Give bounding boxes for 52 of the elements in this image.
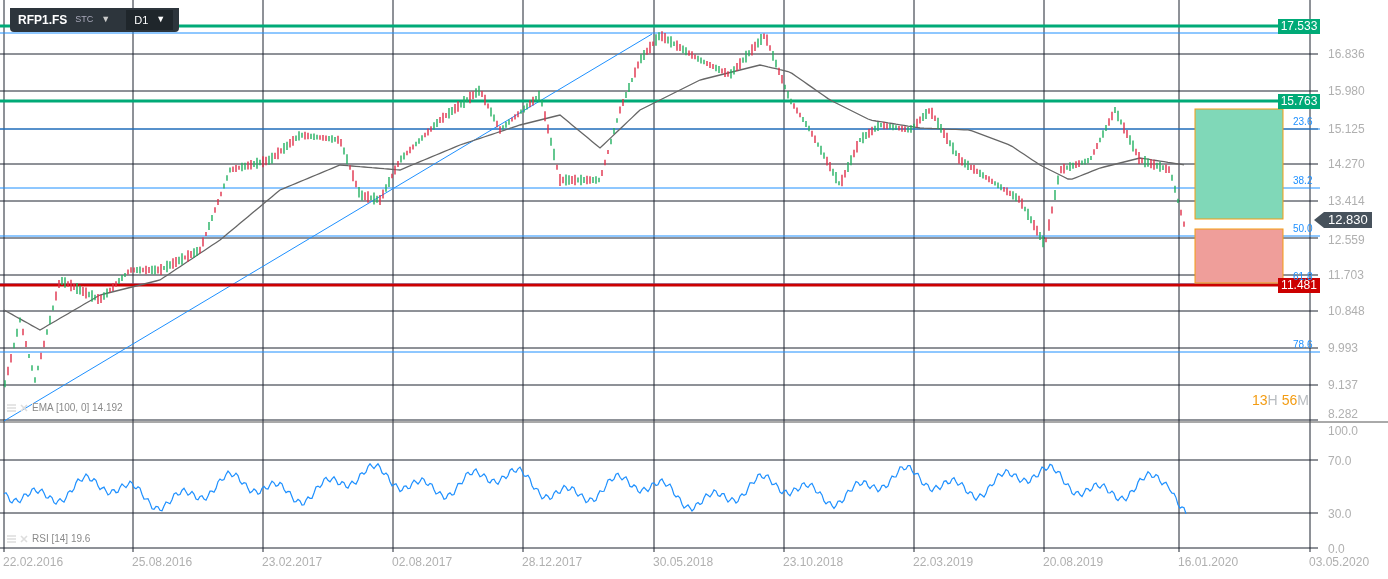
symbol-name[interactable]: RFP1.FS — [18, 11, 68, 29]
date-axis-label: 16.01.2020 — [1178, 556, 1239, 568]
date-axis-label: 30.05.2018 — [653, 556, 714, 568]
rsi-axis-label: 100.0 — [1328, 425, 1359, 437]
date-axis-label: 02.08.2017 — [392, 556, 453, 568]
indicator-legend: RSI [14] 19.6 — [32, 534, 91, 544]
market-label[interactable]: STC — [75, 13, 94, 27]
tag-pointer-icon — [1314, 212, 1324, 228]
fibonacci-level-line[interactable] — [0, 187, 1321, 189]
price-axis-label: 12.559 — [1328, 234, 1365, 246]
date-axis-label: 03.05.2020 — [1309, 556, 1370, 568]
fibonacci-level-line[interactable] — [0, 128, 1321, 130]
close-icon[interactable] — [20, 535, 28, 543]
date-axis-label: 22.03.2019 — [913, 556, 974, 568]
date-axis-label: 20.08.2019 — [1043, 556, 1104, 568]
menu-icon[interactable] — [7, 535, 16, 543]
price-axis-label: 15.125 — [1328, 123, 1365, 135]
hours-unit: H — [1267, 393, 1278, 407]
indicator-legend: EMA [100, 0] 14.192 — [32, 403, 123, 413]
level-price-tag: 17.533 — [1278, 19, 1320, 34]
date-axis-label: 23.10.2018 — [783, 556, 844, 568]
profit-zone[interactable] — [1194, 108, 1284, 220]
minutes-unit: M — [1297, 393, 1309, 407]
fibonacci-label: 78.6 — [1293, 340, 1313, 350]
date-axis-label: 28.12.2017 — [522, 556, 583, 568]
close-icon[interactable] — [20, 404, 28, 412]
countdown-hours: 13 — [1252, 393, 1268, 407]
timeframe-dropdown[interactable]: D1 ▼ — [126, 9, 174, 31]
fibonacci-label: 38.2 — [1293, 176, 1313, 186]
price-axis-label: 14.270 — [1328, 158, 1365, 170]
price-axis-label: 16.836 — [1328, 48, 1365, 60]
countdown-minutes: 56 — [1281, 393, 1298, 407]
loss-zone[interactable] — [1194, 228, 1284, 284]
price-axis-label: 9.993 — [1328, 342, 1359, 354]
menu-icon[interactable] — [7, 404, 16, 412]
price-axis-label: 8.282 — [1328, 408, 1359, 420]
price-axis-label: 11.703 — [1328, 269, 1364, 281]
price-axis-label: 9.137 — [1328, 379, 1359, 391]
price-axis-label: 15.980 — [1328, 85, 1365, 97]
date-axis-label: 25.08.2016 — [132, 556, 193, 568]
fibonacci-label: 23.6 — [1293, 117, 1313, 127]
rsi-axis-label: 0.0 — [1328, 543, 1345, 555]
price-axis-label: 10.848 — [1328, 305, 1365, 317]
date-axis-label: 22.02.2016 — [3, 556, 64, 568]
date-axis-label: 23.02.2017 — [262, 556, 323, 568]
level-price-tag: 15.763 — [1278, 94, 1320, 109]
caret-icon[interactable]: ▼ — [101, 13, 111, 27]
fibonacci-label: 50.0 — [1293, 224, 1313, 234]
trend-line[interactable] — [3, 33, 653, 422]
price-axis-label: 13.414 — [1328, 195, 1365, 207]
rsi-axis-label: 30.0 — [1328, 508, 1352, 520]
rsi-axis-label: 70.0 — [1328, 455, 1352, 467]
